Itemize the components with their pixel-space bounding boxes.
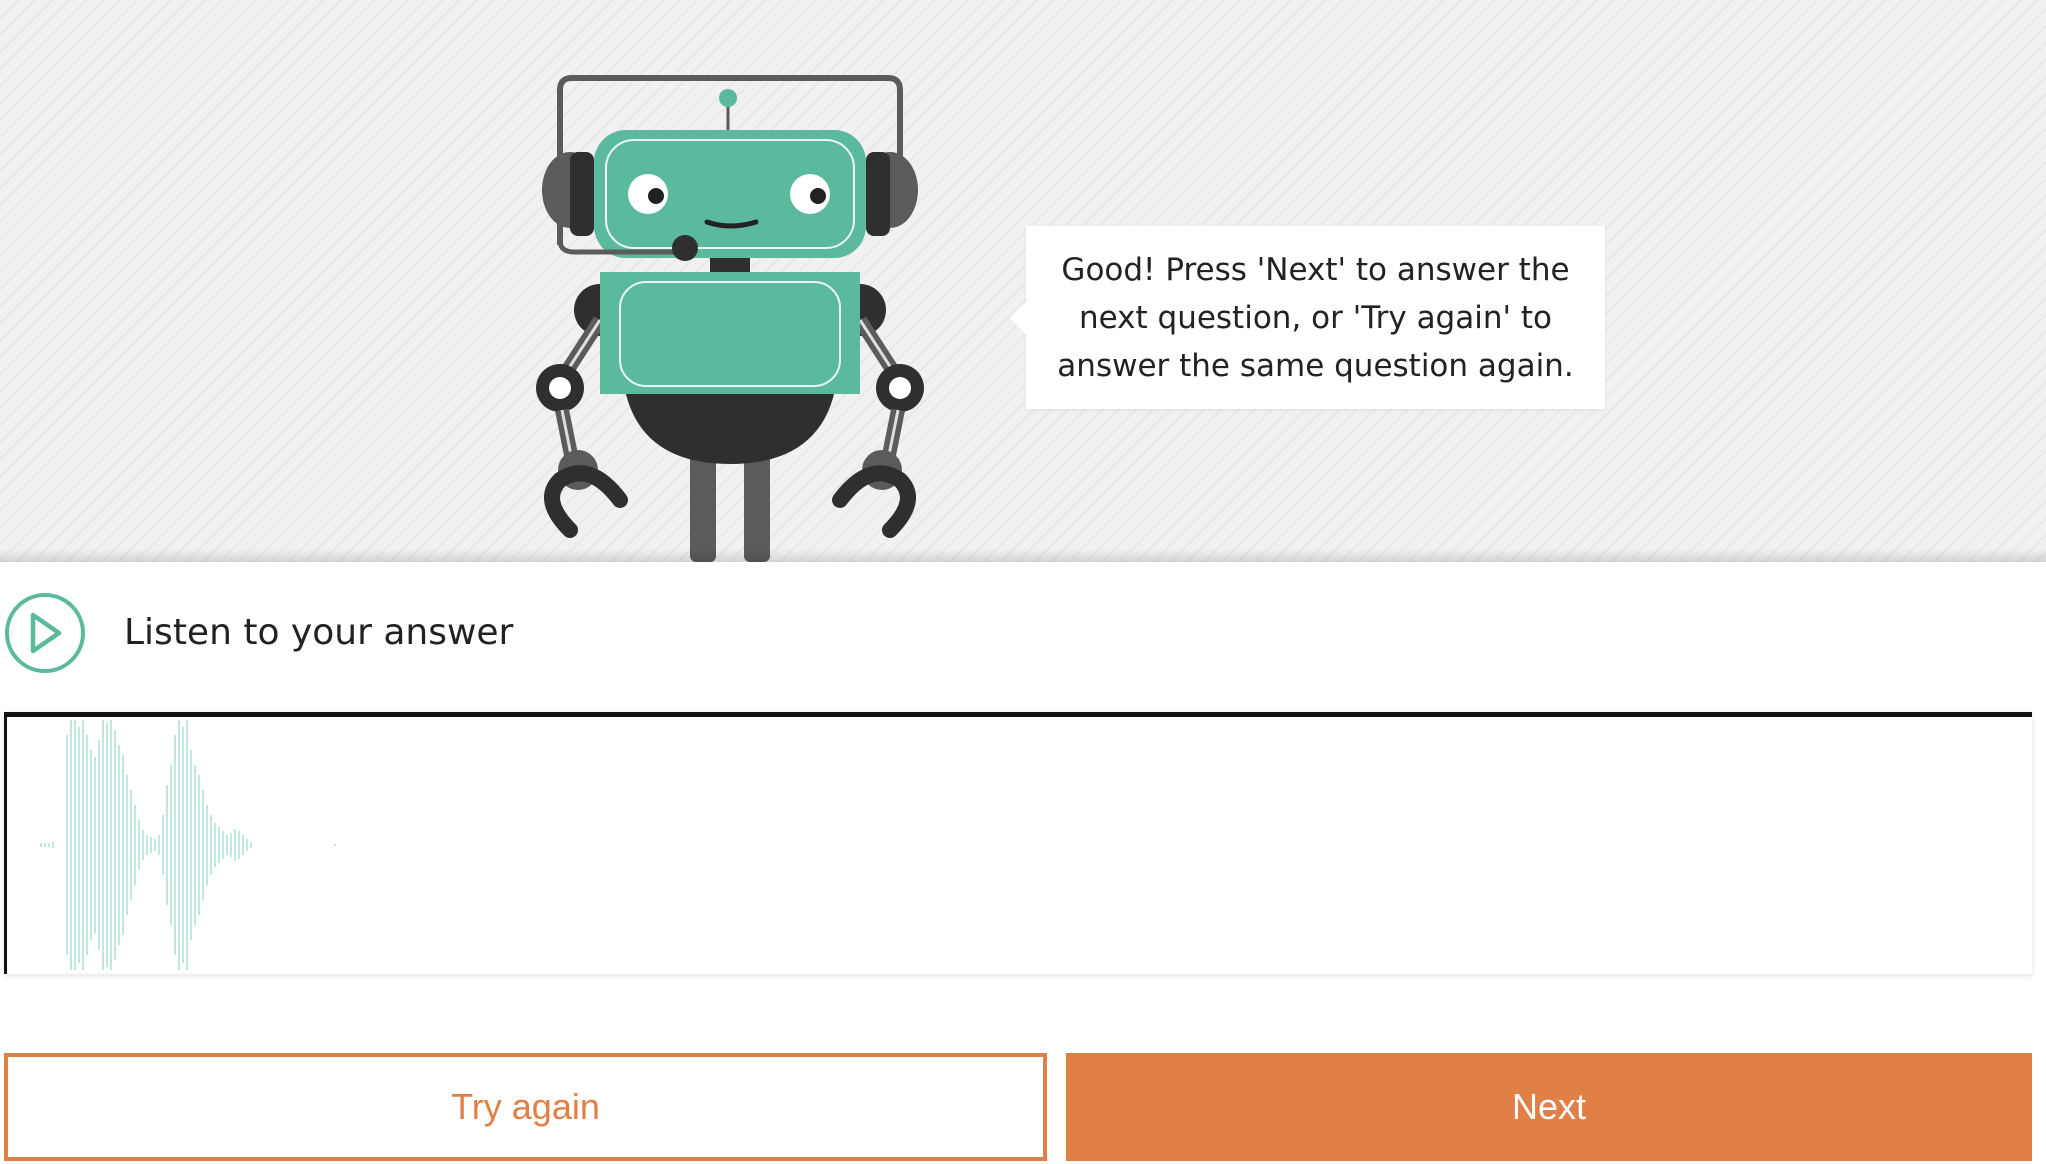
robot-hero-area: Good! Press 'Next' to answer the next qu… [0,0,2046,562]
speech-bubble: Good! Press 'Next' to answer the next qu… [1010,226,1605,409]
play-button[interactable] [5,593,85,673]
hero-bottom-shadow [0,549,2046,562]
listen-label: Listen to your answer [124,612,514,653]
waveform-display[interactable] [4,712,2032,974]
listen-row: Listen to your answer [0,590,900,676]
try-again-button[interactable]: Try again [4,1053,1047,1161]
speech-bubble-text: Good! Press 'Next' to answer the next qu… [1057,251,1574,384]
next-button[interactable]: Next [1066,1053,2032,1161]
play-icon [30,612,62,654]
robot-illustration [536,75,924,562]
waveform [40,720,336,970]
